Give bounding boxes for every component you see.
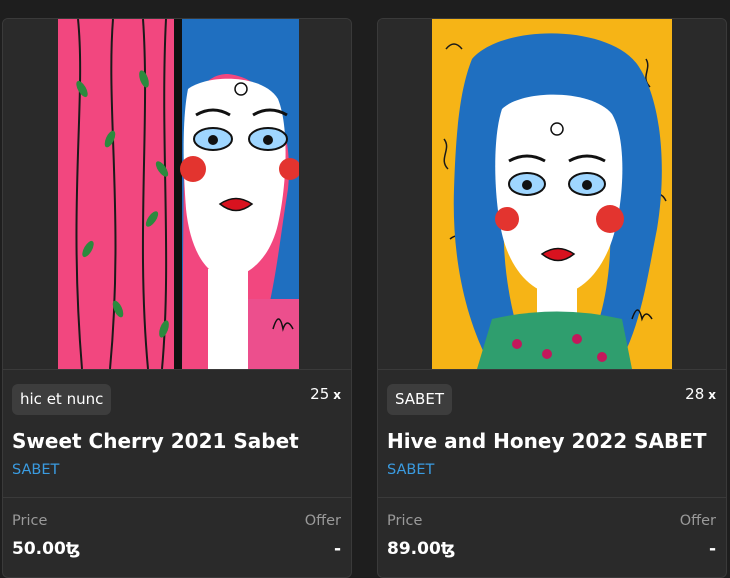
price-value: 50.00ꜩ	[12, 539, 81, 559]
artwork-preview[interactable]	[3, 19, 351, 370]
artist-link[interactable]: SABET	[387, 462, 434, 478]
offer-label: Offer	[304, 513, 341, 529]
artwork-image-hive-and-honey	[432, 19, 672, 369]
editions-suffix: x	[333, 388, 341, 402]
artwork-title[interactable]: Hive and Honey 2022 SABET	[387, 429, 707, 453]
artist-link[interactable]: SABET	[12, 462, 59, 478]
platform-tag[interactable]: hic et nunc	[12, 384, 112, 415]
offer-value: -	[333, 539, 341, 559]
price-label: Price	[12, 513, 48, 529]
editions-count: 28 x	[685, 385, 716, 403]
price-label: Price	[387, 513, 423, 529]
artwork-title[interactable]: Sweet Cherry 2021 Sabet	[12, 429, 299, 453]
offer-value: -	[708, 539, 716, 559]
divider	[378, 497, 726, 498]
artwork-preview[interactable]	[378, 19, 726, 370]
editions-number: 28	[685, 385, 705, 403]
editions-count: 25 x	[310, 385, 341, 403]
artwork-image-sweet-cherry	[58, 19, 299, 369]
artwork-card[interactable]: hic et nunc 25 x Sweet Cherry 2021 Sabet …	[2, 18, 352, 578]
artwork-card[interactable]: SABET 28 x Hive and Honey 2022 SABET SABE…	[377, 18, 727, 578]
creator-tag[interactable]: SABET	[387, 384, 452, 415]
editions-suffix: x	[708, 388, 716, 402]
price-value: 89.00ꜩ	[387, 539, 456, 559]
editions-number: 25	[310, 385, 330, 403]
divider	[3, 497, 351, 498]
offer-label: Offer	[679, 513, 716, 529]
